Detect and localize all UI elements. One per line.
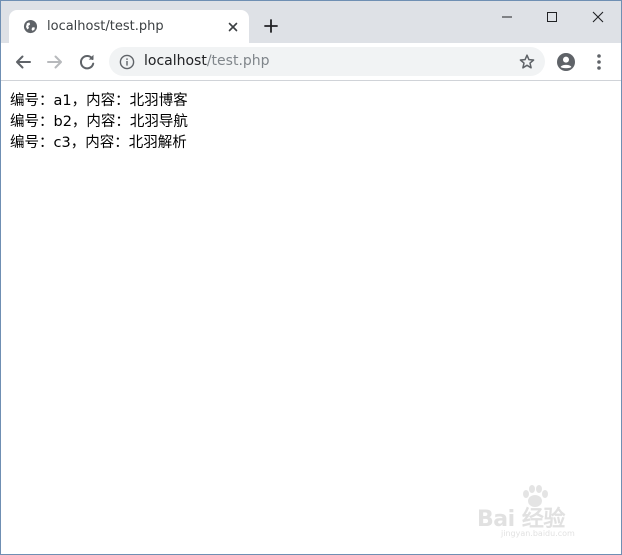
info-icon[interactable]: [119, 54, 135, 70]
record-line: 编号：c3，内容：北羽解析: [10, 135, 187, 151]
watermark-sub: jingyan.baidu.com: [501, 529, 575, 538]
baidu-watermark: Bai 经验 jingyan.baidu.com: [477, 485, 597, 547]
url-host: localhost: [144, 53, 207, 69]
account-circle-icon[interactable]: [556, 52, 576, 72]
browser-window: localhost/test.php localhost/test.php 编号…: [0, 0, 622, 555]
tab-active[interactable]: localhost/test.php: [9, 10, 249, 43]
address-bar[interactable]: localhost/test.php: [109, 47, 545, 76]
star-outline-icon[interactable]: [518, 53, 536, 71]
record-line: 编号：a1，内容：北羽博客: [10, 93, 188, 109]
maximize-icon[interactable]: [529, 4, 575, 30]
window-close-icon[interactable]: [575, 4, 621, 30]
record-line: 编号：b2，内容：北羽导航: [10, 114, 188, 130]
toolbar: localhost/test.php: [1, 43, 621, 81]
arrow-right-icon[interactable]: [44, 51, 66, 73]
url-path: /test.php: [206, 53, 270, 69]
record-list: 编号：a1，内容：北羽博客 编号：b2，内容：北羽导航 编号：c3，内容：北羽解…: [10, 91, 188, 154]
arrow-left-icon[interactable]: [12, 51, 34, 73]
more-vertical-icon[interactable]: [591, 52, 607, 72]
url-text[interactable]: localhost/test.php: [144, 52, 270, 71]
minimize-icon[interactable]: [484, 4, 530, 30]
page-content: 编号：a1，内容：北羽博客 编号：b2，内容：北羽导航 编号：c3，内容：北羽解…: [1, 81, 621, 554]
tab-strip: localhost/test.php: [1, 1, 621, 43]
close-icon[interactable]: [225, 19, 241, 35]
reload-icon[interactable]: [76, 51, 98, 73]
plus-icon[interactable]: [262, 17, 280, 35]
tab-title: localhost/test.php: [47, 19, 164, 34]
globe-icon: [23, 19, 38, 34]
